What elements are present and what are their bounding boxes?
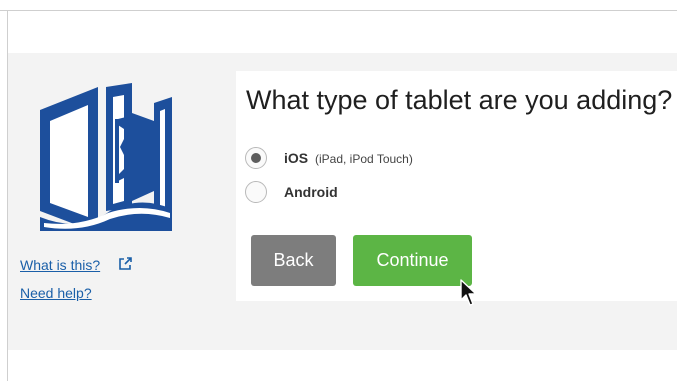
ios-detail: (iPad, iPod Touch): [315, 152, 413, 166]
android-radio[interactable]: [245, 181, 267, 203]
mouse-pointer-icon: [460, 279, 477, 306]
page-title: What type of tablet are you adding?: [246, 85, 673, 115]
ios-label[interactable]: iOS: [284, 150, 308, 166]
back-button[interactable]: Back: [251, 235, 336, 286]
need-help-link[interactable]: Need help?: [20, 285, 92, 301]
what-is-this-link[interactable]: What is this?: [20, 257, 100, 273]
ios-radio[interactable]: [245, 147, 267, 169]
continue-button[interactable]: Continue: [353, 235, 472, 286]
tablet-type-card: What type of tablet are you adding? iOS …: [236, 71, 677, 301]
android-label[interactable]: Android: [284, 184, 338, 200]
external-link-icon[interactable]: [118, 257, 132, 271]
open-book-b-logo-icon: [40, 83, 172, 231]
window-top-border: [0, 10, 677, 11]
radio-selected-dot: [251, 153, 261, 163]
